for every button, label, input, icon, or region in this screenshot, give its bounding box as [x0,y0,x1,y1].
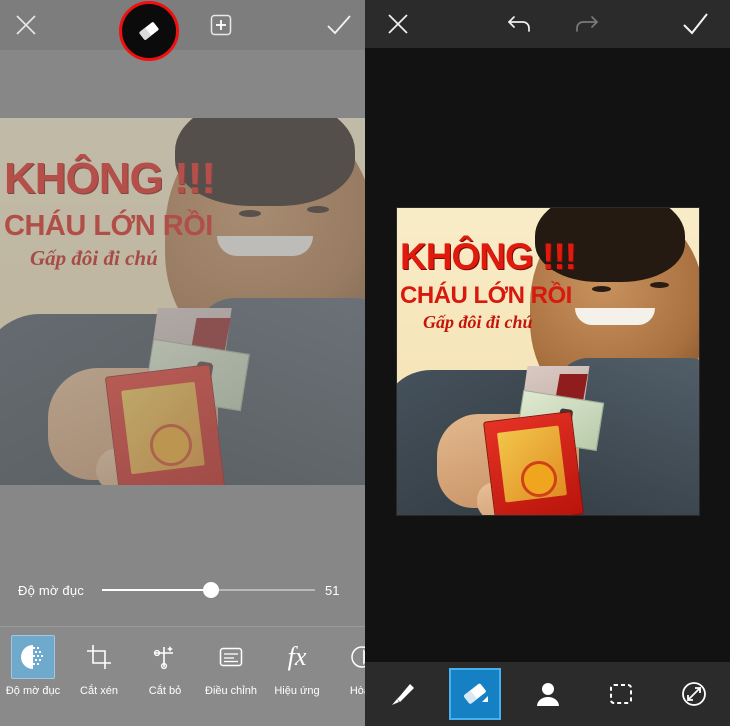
cutout-icon [153,646,173,670]
left-canvas[interactable]: KHÔNG !!! CHÁU LỚN RỒI Gấp đôi đi chú Độ… [0,50,365,635]
check-icon [327,15,351,35]
tool-opacity[interactable]: Độ mờ đục [0,635,66,697]
left-top-toolbar [0,0,366,61]
check-icon [683,13,708,35]
eraser-icon-box [448,668,501,720]
person-icon-box [522,668,574,720]
adjust-icon [219,647,243,667]
left-screen-opacity-editor: KHÔNG !!! CHÁU LỚN RỒI Gấp đôi đi chú Độ… [0,0,365,726]
tool-restore[interactable] [657,662,730,726]
transform-target-icon [681,682,706,706]
artwork-subline: CHÁU LỚN RỒI [4,210,213,242]
opacity-icon-box [11,635,55,679]
edited-image[interactable]: KHÔNG !!! CHÁU LỚN RỒI Gấp đôi đi chú [397,208,699,515]
opacity-slider-label: Độ mờ đục [18,582,84,598]
tool-adjust[interactable]: Điều chỉnh [198,635,264,697]
confirm-button[interactable] [313,0,366,50]
tool-opacity-label: Độ mờ đục [5,685,61,697]
crop-icon-box [77,635,121,679]
undo-icon [508,16,530,32]
tool-selection[interactable] [584,662,657,726]
artwork-subline: CHÁU LỚN RỒI [400,282,572,309]
dual-screenshot: KHÔNG !!! CHÁU LỚN RỒI Gấp đôi đi chú Độ… [0,0,730,726]
close-button[interactable] [365,0,431,48]
fx-icon-box: fx [275,635,319,679]
opacity-slider-row[interactable]: Độ mờ đục 51 [0,570,365,610]
close-icon [388,14,408,34]
right-bottom-toolbar [365,662,730,726]
brush-icon [391,684,414,705]
opacity-icon [21,645,43,669]
person-icon [536,683,559,706]
eraser-highlight-ring[interactable] [119,1,179,61]
tool-crop[interactable]: Cắt xén [66,635,132,697]
redo-button[interactable] [557,0,613,48]
tool-effects[interactable]: fx Hiệu ứng [264,635,330,697]
layer-preview-image[interactable]: KHÔNG !!! CHÁU LỚN RỒI Gấp đôi đi chú [0,118,365,485]
artwork-headline: KHÔNG !!! [400,236,577,277]
brush-icon-box [376,668,428,720]
tool-blend[interactable]: Hòa t [330,635,365,697]
meme-artwork: KHÔNG !!! CHÁU LỚN RỒI Gấp đôi đi chú [0,118,365,485]
plus-square-icon [211,14,232,36]
add-layer-button[interactable] [195,0,248,50]
close-icon [16,15,36,35]
blend-icon [351,646,365,668]
tool-portrait[interactable] [511,662,584,726]
tool-eraser[interactable] [438,662,511,726]
artwork-caption: Gấp đôi đi chú [423,312,533,332]
undo-button[interactable] [493,0,549,48]
right-top-toolbar [365,0,730,48]
opacity-slider-value: 51 [325,582,340,598]
opacity-slider-fill [102,589,211,591]
opacity-slider-track[interactable] [102,582,315,598]
eraser-icon [139,22,159,40]
artwork-headline: KHÔNG !!! [4,154,216,203]
tool-adjust-label: Điều chỉnh [205,685,257,697]
tool-cutout[interactable]: Cắt bỏ [132,635,198,697]
confirm-button[interactable] [665,0,725,48]
tool-blend-label: Hòa t [349,685,365,697]
marquee-icon [609,684,632,704]
crop-icon [87,645,111,669]
tool-crop-label: Cắt xén [80,685,118,697]
artwork-caption: Gấp đôi đi chú [30,246,158,270]
meme-artwork: KHÔNG !!! CHÁU LỚN RỒI Gấp đôi đi chú [397,208,699,515]
transform-target-icon-box [668,668,720,720]
right-canvas[interactable]: KHÔNG !!! CHÁU LỚN RỒI Gấp đôi đi chú [365,48,730,662]
cutout-icon-box [143,635,187,679]
eraser-icon [463,683,488,704]
redo-icon [576,16,598,32]
left-bottom-toolbar: Độ mờ đục Cắt xén Cắt bỏ Điều chỉnh fx H… [0,626,365,726]
blend-icon-box [341,635,365,679]
right-screen-eraser-editor: KHÔNG !!! CHÁU LỚN RỒI Gấp đôi đi chú [365,0,730,726]
close-button[interactable] [0,0,53,50]
adjust-icon-box [209,635,253,679]
marquee-icon-box [595,668,647,720]
tool-effects-label: Hiệu ứng [274,685,320,697]
tool-cutout-label: Cắt bỏ [148,685,182,697]
opacity-slider-thumb[interactable] [202,582,219,598]
fx-icon: fx [287,642,307,671]
tool-brush[interactable] [365,662,438,726]
